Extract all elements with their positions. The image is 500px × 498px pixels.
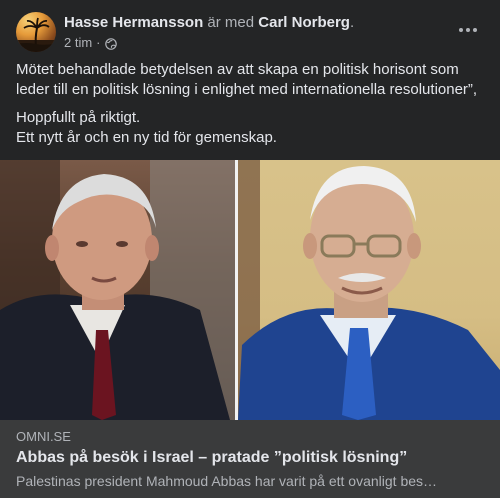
avatar-palm-tree-image bbox=[16, 17, 56, 52]
link-description: Palestinas president Mahmoud Abbas har v… bbox=[16, 473, 438, 489]
tagged-person-name[interactable]: Carl Norberg bbox=[258, 14, 350, 31]
meta-separator: · bbox=[96, 35, 101, 50]
left-portrait-photo bbox=[0, 160, 235, 420]
post-paragraph-2-line-1: Hoppfullt på riktigt. bbox=[16, 109, 141, 126]
more-options-icon[interactable] bbox=[454, 18, 482, 42]
link-preview-box[interactable]: OMNI.SE Abbas på besök i Israel – pratad… bbox=[0, 420, 500, 498]
link-preview-image[interactable] bbox=[0, 160, 500, 420]
right-portrait-photo bbox=[238, 160, 500, 420]
post-timestamp[interactable]: 2 tim bbox=[64, 34, 92, 52]
author-avatar[interactable] bbox=[16, 12, 56, 52]
post-paragraph-2-line-2: Ett nytt år och en ny tid för gemenskap. bbox=[16, 129, 277, 146]
post-paragraph-1: Mötet behandlade betydelsen av att skapa… bbox=[16, 61, 478, 98]
author-line: Hasse Hermansson är med Carl Norberg. bbox=[64, 13, 354, 33]
feed-post: Hasse Hermansson är med Carl Norberg. 2 … bbox=[0, 0, 500, 498]
post-meta: 2 tim · bbox=[64, 34, 117, 52]
with-text: är med bbox=[207, 14, 255, 31]
author-name[interactable]: Hasse Hermansson bbox=[64, 14, 203, 31]
link-title[interactable]: Abbas på besök i Israel – pratade ”polit… bbox=[16, 448, 407, 468]
post-header: Hasse Hermansson är med Carl Norberg. 2 … bbox=[16, 12, 484, 54]
post-text: Mötet behandlade betydelsen av att skapa… bbox=[16, 60, 486, 148]
tagged-suffix: . bbox=[349, 14, 355, 31]
link-domain: OMNI.SE bbox=[16, 429, 71, 444]
globe-icon[interactable] bbox=[104, 37, 117, 50]
